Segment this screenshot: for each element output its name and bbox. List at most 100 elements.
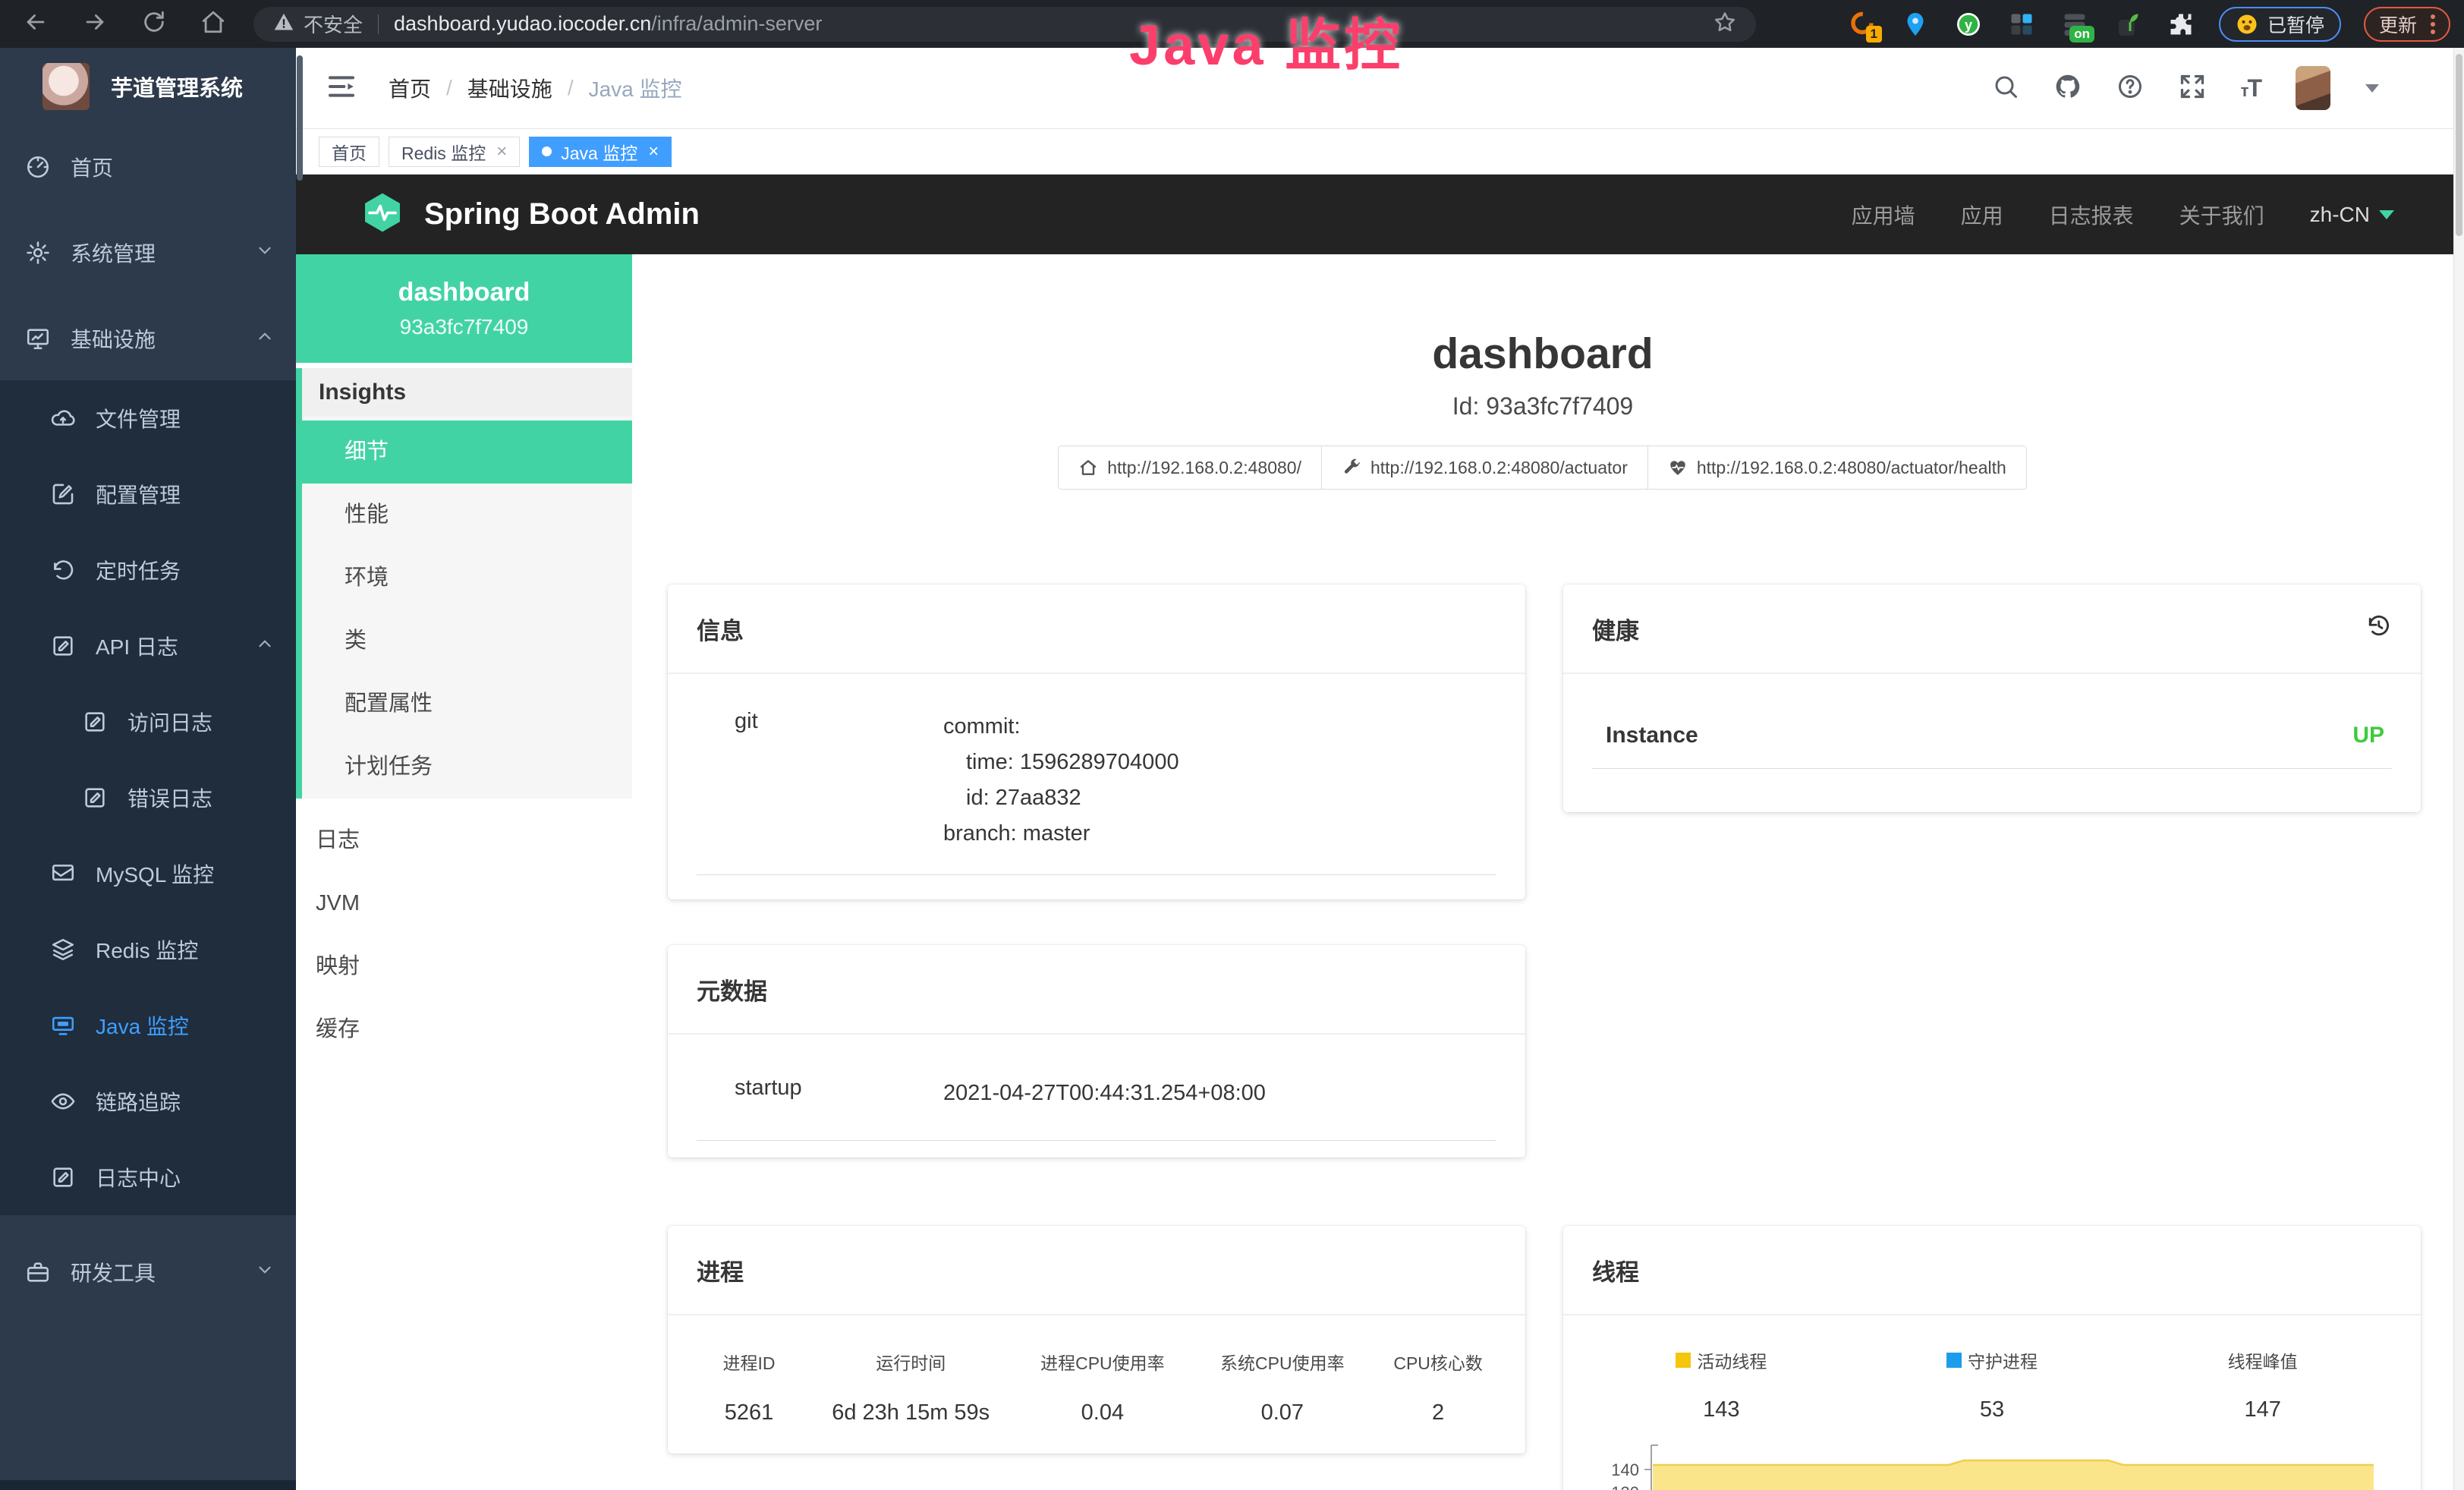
legend-label: 活动线程 bbox=[1697, 1347, 1767, 1373]
sidebar-scrollbar-thumb[interactable] bbox=[297, 55, 303, 181]
app-logo-row[interactable]: 芋道管理系统 bbox=[0, 48, 296, 125]
threads-area-chart: 140 120 100 bbox=[1584, 1442, 2421, 1490]
sba-item-classes[interactable]: 类 bbox=[302, 610, 632, 673]
uptime-value: 6d 23h 15m 59s bbox=[809, 1400, 1013, 1425]
sidebar-item-redis[interactable]: Redis 监控 bbox=[0, 912, 296, 988]
sidebar-item-home[interactable]: 首页 bbox=[0, 125, 296, 209]
user-avatar[interactable] bbox=[2296, 66, 2330, 110]
extension-pin-icon[interactable] bbox=[1900, 9, 1931, 39]
extension-sprout-icon[interactable] bbox=[2113, 9, 2143, 39]
browser-reload-icon[interactable] bbox=[141, 9, 167, 39]
sba-item-caches[interactable]: 缓存 bbox=[296, 998, 632, 1061]
eye-icon bbox=[50, 1088, 76, 1114]
sidebar-item-config[interactable]: 配置管理 bbox=[0, 456, 296, 532]
sidebar-item-api-log[interactable]: API 日志 bbox=[0, 608, 296, 684]
sba-nav-applications[interactable]: 应用 bbox=[1961, 200, 2003, 230]
sba-item-config-props[interactable]: 配置属性 bbox=[302, 673, 632, 736]
process-col-header: 运行时间 bbox=[809, 1349, 1013, 1375]
hamburger-icon[interactable] bbox=[326, 71, 357, 106]
sba-main: dashboard Id: 93a3fc7f7409 http://192.16… bbox=[632, 254, 2464, 1490]
search-icon[interactable] bbox=[1992, 73, 2019, 104]
sidebar-item-job[interactable]: 定时任务 bbox=[0, 532, 296, 608]
sidebar-item-log-center[interactable]: 日志中心 bbox=[0, 1139, 296, 1215]
extensions-puzzle-icon[interactable] bbox=[2166, 9, 2196, 39]
browser-forward-icon[interactable] bbox=[82, 9, 108, 39]
address-bar[interactable]: 不安全 dashboard.yudao.iocoder.cn /infra/ad… bbox=[253, 7, 1756, 42]
y-tick-120: 120 bbox=[1611, 1483, 1639, 1490]
extension-colorzilla-icon[interactable]: 1 bbox=[1847, 9, 1877, 39]
sba-item-logs[interactable]: 日志 bbox=[296, 809, 632, 872]
java-monitor-icon bbox=[50, 1013, 76, 1038]
extension-green-circle-icon[interactable]: y bbox=[1953, 9, 1984, 39]
wrench-icon bbox=[1342, 458, 1361, 477]
git-time-line: time: 1596289704000 bbox=[943, 745, 1179, 780]
sba-nav-wall[interactable]: 应用墙 bbox=[1852, 200, 1915, 230]
browser-menu-icon bbox=[2431, 22, 2435, 27]
sidebar-item-label: 研发工具 bbox=[71, 1257, 156, 1287]
browser-home-icon[interactable] bbox=[200, 9, 226, 39]
health-url-button[interactable]: http://192.168.0.2:48080/actuator/health bbox=[1647, 446, 2027, 490]
sba-item-jvm[interactable]: JVM bbox=[296, 872, 632, 935]
page-scrollbar-thumb[interactable] bbox=[2456, 54, 2462, 236]
breadcrumb-home[interactable]: 首页 bbox=[389, 73, 431, 103]
bookmark-star-icon[interactable] bbox=[1713, 11, 1736, 37]
sba-app-name: dashboard bbox=[398, 278, 530, 307]
home-icon bbox=[1078, 458, 1098, 477]
sidebar-item-mysql[interactable]: MySQL 监控 bbox=[0, 836, 296, 912]
tab-close-icon[interactable]: × bbox=[496, 143, 507, 161]
sidebar-item-dev-tools[interactable]: 研发工具 bbox=[0, 1230, 296, 1314]
history-icon[interactable] bbox=[2365, 612, 2392, 645]
tab-home[interactable]: 首页 bbox=[319, 137, 379, 167]
extension-squares-icon[interactable] bbox=[2006, 9, 2037, 39]
sidebar-item-file[interactable]: 文件管理 bbox=[0, 380, 296, 456]
language-label: zh-CN bbox=[2310, 203, 2370, 227]
extension-tampermonkey-icon[interactable]: on bbox=[2060, 9, 2090, 39]
sba-app-header[interactable]: dashboard 93a3fc7f7409 bbox=[296, 254, 632, 363]
browser-back-icon[interactable] bbox=[23, 9, 49, 39]
sidebar-item-label: Java 监控 bbox=[96, 1010, 189, 1041]
help-icon[interactable] bbox=[2116, 73, 2144, 104]
sba-item-metrics[interactable]: 性能 bbox=[302, 484, 632, 547]
sidebar-item-error-log[interactable]: 错误日志 bbox=[0, 760, 296, 836]
process-col-header: CPU核心数 bbox=[1372, 1349, 1504, 1375]
page: 不安全 dashboard.yudao.iocoder.cn /infra/ad… bbox=[0, 0, 2464, 1490]
github-icon[interactable] bbox=[2054, 73, 2082, 104]
chevron-down-icon bbox=[255, 241, 275, 266]
actuator-url-button[interactable]: http://192.168.0.2:48080/actuator bbox=[1321, 446, 1648, 490]
sba-nav-about[interactable]: 关于我们 bbox=[2179, 200, 2264, 230]
threads-card: 线程 活动线程 143 守护进程 53 bbox=[1563, 1226, 2421, 1490]
sba-logo-icon bbox=[360, 191, 404, 238]
sidebar-item-access-log[interactable]: 访问日志 bbox=[0, 684, 296, 760]
avatar-caret-icon[interactable] bbox=[2365, 84, 2379, 93]
sidebar-item-infra[interactable]: 基础设施 bbox=[0, 297, 296, 380]
sba-item-environment[interactable]: 环境 bbox=[302, 547, 632, 610]
y-tick-140: 140 bbox=[1611, 1460, 1639, 1479]
profile-paused-pill[interactable]: 已暂停 bbox=[2219, 7, 2341, 42]
sidebar-item-system[interactable]: 系统管理 bbox=[0, 211, 296, 295]
process-card-title: 进程 bbox=[697, 1253, 744, 1287]
metadata-card-title: 元数据 bbox=[697, 972, 767, 1006]
sba-language-select[interactable]: zh-CN bbox=[2310, 203, 2394, 227]
sba-item-details[interactable]: 细节 bbox=[302, 421, 632, 484]
tab-close-icon[interactable]: × bbox=[648, 143, 659, 161]
sba-item-mappings[interactable]: 映射 bbox=[296, 935, 632, 998]
tab-java-monitor[interactable]: Java 监控 × bbox=[529, 137, 672, 167]
browser-update-button[interactable]: 更新 bbox=[2364, 7, 2450, 42]
info-value: commit: time: 1596289704000 id: 27aa832 … bbox=[924, 709, 1179, 852]
page-scrollbar[interactable] bbox=[2453, 48, 2464, 1490]
sba-item-scheduled-tasks[interactable]: 计划任务 bbox=[302, 736, 632, 799]
tab-redis-monitor[interactable]: Redis 监控 × bbox=[389, 137, 520, 167]
font-size-icon[interactable]: тT bbox=[2241, 74, 2261, 102]
service-url-button[interactable]: http://192.168.0.2:48080/ bbox=[1058, 446, 1322, 490]
document-edit-icon bbox=[82, 785, 108, 811]
sidebar-item-label: 基础设施 bbox=[71, 323, 156, 354]
main-content: 首页 / 基础设施 / Java 监控 тT 首页 Redis 监控 bbox=[296, 48, 2464, 1490]
sidebar-item-java[interactable]: Java 监控 bbox=[0, 988, 296, 1063]
url-host: dashboard.yudao.iocoder.cn bbox=[394, 12, 651, 36]
fullscreen-icon[interactable] bbox=[2179, 73, 2206, 104]
active-threads-value: 143 bbox=[1586, 1397, 1857, 1422]
breadcrumb-section: 基础设施 bbox=[467, 73, 552, 103]
sba-nav-journal[interactable]: 日志报表 bbox=[2049, 200, 2134, 230]
document-edit-icon bbox=[82, 709, 108, 735]
sidebar-item-trace[interactable]: 链路追踪 bbox=[0, 1063, 296, 1139]
